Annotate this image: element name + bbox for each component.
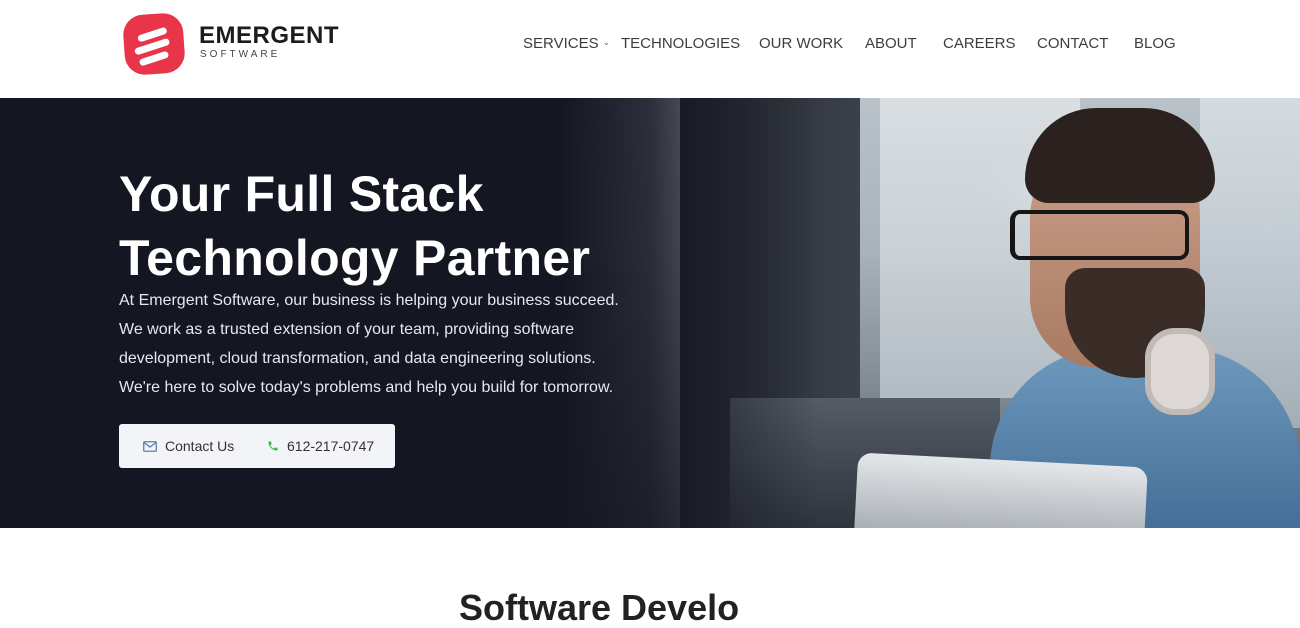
hero-description-line: development, cloud transformation, and d…	[119, 350, 596, 367]
chevron-down-icon: ⌄	[602, 37, 611, 47]
hero-title-line: Your Full Stack	[119, 166, 484, 222]
nav-item-services[interactable]: SERVICES ⌄	[523, 34, 610, 55]
main-nav: SERVICES ⌄ TECHNOLOGIES OUR WORK ABOUT CA…	[0, 34, 1300, 54]
hero-title-line: Technology Partner	[119, 230, 591, 286]
hero-description-line: We work as a trusted extension of your t…	[119, 321, 575, 338]
site-header: EMERGENT SOFTWARE SERVICES ⌄ TECHNOLOGIES…	[0, 0, 1300, 98]
hero-title: Your Full Stack Technology Partner	[119, 162, 590, 290]
contact-us-label: Contact Us	[165, 438, 235, 454]
hero-description: At Emergent Software, our business is he…	[119, 286, 639, 402]
phone-icon	[268, 441, 278, 451]
nav-item-blog[interactable]: BLOG	[1134, 34, 1176, 54]
contact-us-button[interactable]: Contact Us	[143, 424, 234, 468]
hero-description-line: At Emergent Software, our business is he…	[119, 292, 619, 309]
cta-box: Contact Us 612-217-0747	[119, 424, 395, 468]
hero-section: Your Full Stack Technology Partner At Em…	[0, 98, 1300, 528]
nav-item-our-work[interactable]: OUR WORK	[759, 34, 843, 54]
nav-item-careers[interactable]: CAREERS	[943, 34, 1016, 54]
section-heading: Software Develo	[459, 587, 740, 628]
nav-item-label: SERVICES	[523, 35, 599, 52]
nav-item-about[interactable]: ABOUT	[865, 34, 917, 54]
hero-description-line: We're here to solve today's problems and…	[119, 379, 614, 396]
envelope-icon	[143, 440, 157, 452]
phone-label: 612-217-0747	[287, 438, 375, 454]
nav-item-contact[interactable]: CONTACT	[1037, 34, 1108, 54]
phone-button[interactable]: 612-217-0747	[267, 424, 374, 468]
nav-item-technologies[interactable]: TECHNOLOGIES	[621, 34, 740, 54]
